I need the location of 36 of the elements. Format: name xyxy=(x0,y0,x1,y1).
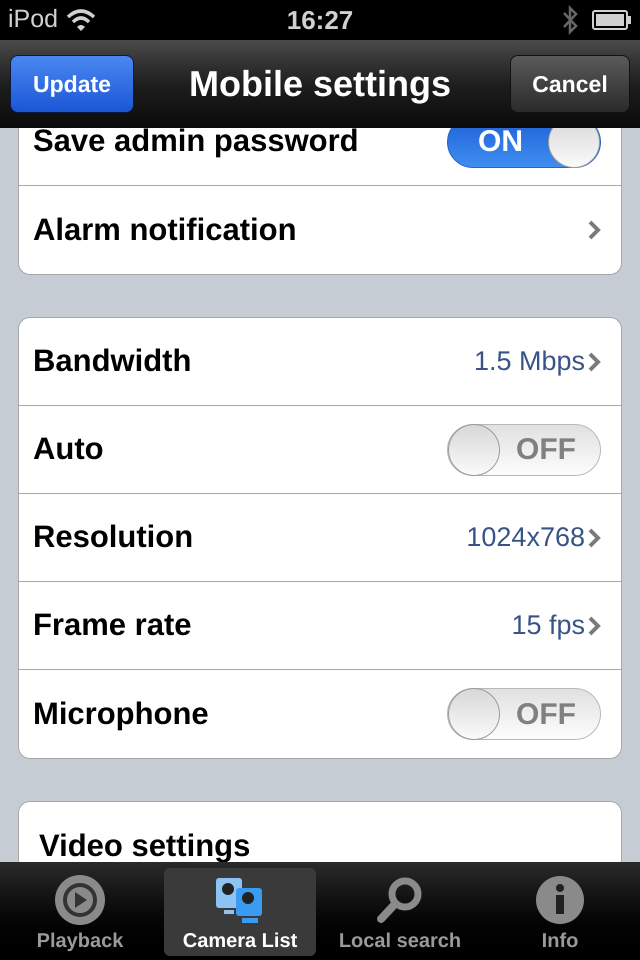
setting-label: Save admin password xyxy=(33,128,359,160)
setting-label: Alarm notification xyxy=(33,210,297,249)
playback-icon xyxy=(54,874,106,926)
carrier-label: iPod xyxy=(8,4,58,36)
cancel-button[interactable]: Cancel xyxy=(510,55,630,113)
clock: 16:27 xyxy=(286,4,354,36)
tab-item[interactable]: Playback xyxy=(4,868,156,956)
setting-label: Auto xyxy=(33,430,104,468)
switch-label: ON xyxy=(478,128,523,160)
toggle-switch[interactable]: ON xyxy=(447,128,601,168)
setting-value: 1.5 Mbps xyxy=(474,345,585,378)
bluetooth-icon xyxy=(562,5,578,35)
setting-label: Microphone xyxy=(33,694,209,733)
tab-item[interactable]: Local search xyxy=(324,868,476,956)
update-button[interactable]: Update xyxy=(10,55,134,113)
setting-value: 1024x768 xyxy=(466,521,585,554)
info-icon xyxy=(534,874,586,926)
tab-item[interactable]: Info xyxy=(484,868,636,956)
switch-thumb xyxy=(448,688,500,740)
battery-icon xyxy=(592,10,632,30)
setting-label: Bandwidth xyxy=(33,342,192,380)
setting-label: Frame rate xyxy=(33,606,192,644)
chevron-icon xyxy=(587,614,601,636)
chevron-icon xyxy=(587,219,601,241)
chevron-icon xyxy=(587,526,601,548)
setting-value: 15 fps xyxy=(511,609,585,642)
switch-label: OFF xyxy=(516,432,576,468)
switch-thumb xyxy=(548,128,600,168)
wifi-icon xyxy=(66,8,96,32)
chevron-icon xyxy=(587,350,601,372)
tab-item[interactable]: Camera List xyxy=(164,868,316,956)
section-title: Video settings xyxy=(39,826,250,862)
switch-label: OFF xyxy=(516,696,576,732)
screen-title: Mobile settings xyxy=(188,62,452,106)
setting-label: Resolution xyxy=(33,518,194,556)
switch-thumb xyxy=(448,424,500,476)
